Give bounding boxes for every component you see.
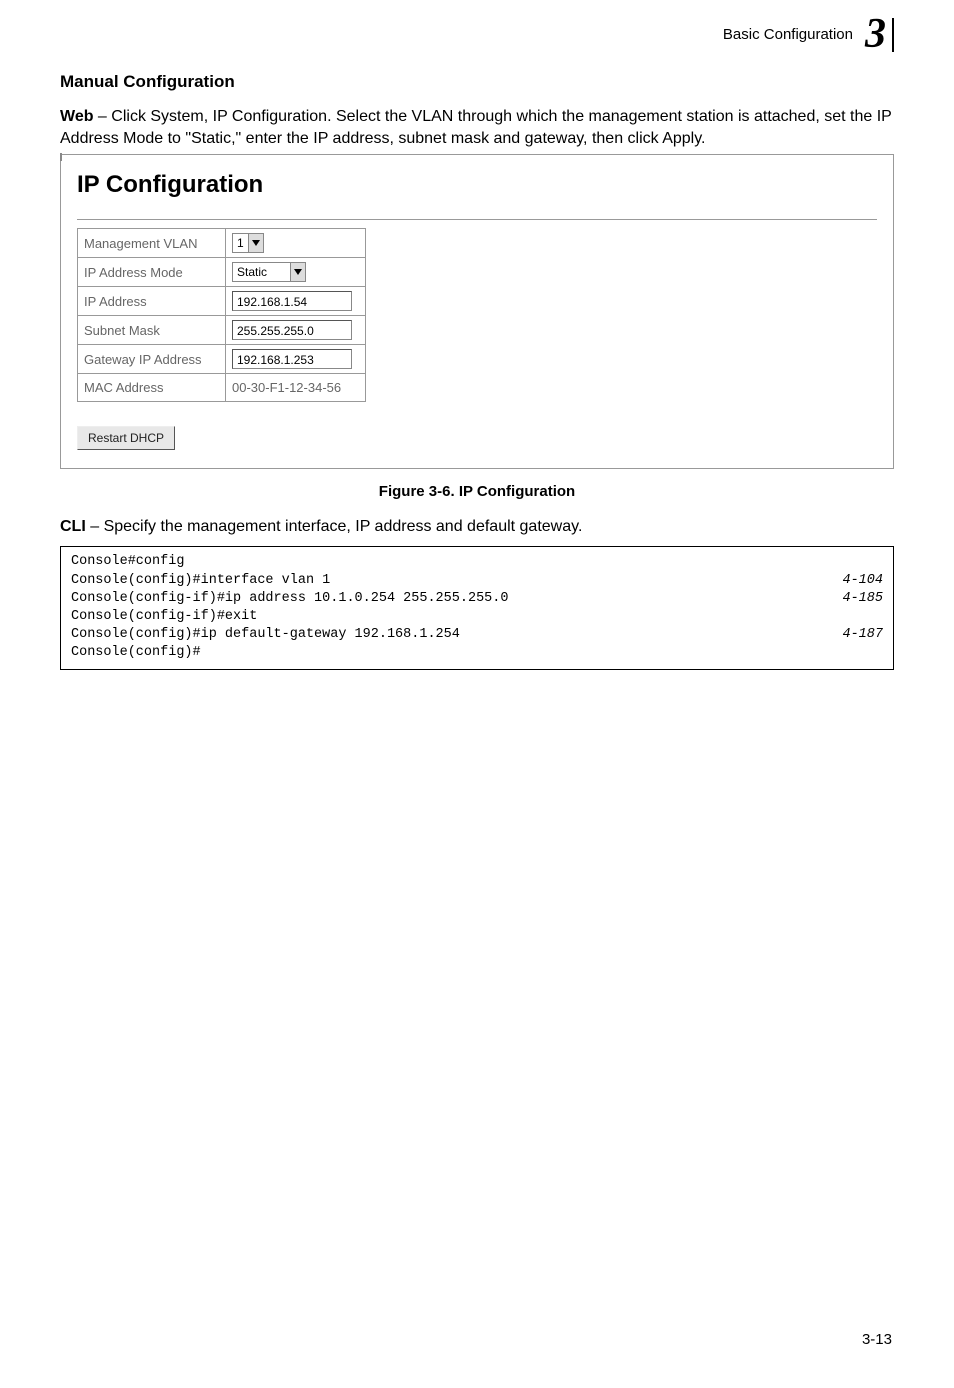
code-line-6: Console(config)# — [71, 644, 883, 662]
code-line-5: Console(config)#ip default-gateway 192.1… — [71, 626, 883, 644]
label-management-vlan: Management VLAN — [78, 229, 226, 258]
figure-caption: Figure 3-6. IP Configuration — [60, 483, 894, 500]
panel-title: IP Configuration — [77, 171, 877, 199]
code-line-1: Console#config — [71, 553, 883, 571]
ip-configuration-panel: IP Configuration Management VLAN 1 IP Ad… — [60, 154, 894, 469]
intro-paragraph: Web – Click System, IP Configuration. Se… — [60, 106, 894, 151]
row-ip-address: IP Address 192.168.1.54 — [78, 287, 366, 316]
cli-label: CLI — [60, 518, 86, 535]
row-management-vlan: Management VLAN 1 — [78, 229, 366, 258]
dropdown-arrow-icon — [290, 263, 305, 281]
header-section-title: Basic Configuration — [723, 26, 853, 43]
section-heading: Manual Configuration — [60, 72, 894, 92]
row-ip-address-mode: IP Address Mode Static — [78, 258, 366, 287]
label-ip-address-mode: IP Address Mode — [78, 258, 226, 287]
label-mac-address: MAC Address — [78, 374, 226, 402]
code-line-3: Console(config-if)#ip address 10.1.0.254… — [71, 590, 883, 608]
intro-text: – Click System, IP Configuration. Select… — [60, 108, 892, 147]
restart-dhcp-button[interactable]: Restart DHCP — [77, 426, 175, 450]
management-vlan-select[interactable]: 1 — [232, 233, 264, 253]
panel-divider — [77, 219, 877, 220]
management-vlan-value: 1 — [233, 236, 248, 250]
label-ip-address: IP Address — [78, 287, 226, 316]
panel-tick-mark — [60, 153, 62, 161]
subnet-mask-input[interactable]: 255.255.255.0 — [232, 320, 352, 340]
chapter-number-badge: 3 — [865, 18, 894, 52]
code-ref-2: 4-104 — [842, 572, 883, 590]
row-subnet-mask: Subnet Mask 255.255.255.0 — [78, 316, 366, 345]
config-table: Management VLAN 1 IP Address Mode Static — [77, 228, 366, 402]
ip-address-input[interactable]: 192.168.1.54 — [232, 291, 352, 311]
cli-text: – Specify the management interface, IP a… — [86, 518, 583, 535]
dropdown-arrow-icon — [248, 234, 263, 252]
cli-intro: CLI – Specify the management interface, … — [60, 518, 894, 536]
page-number: 3-13 — [862, 1331, 892, 1348]
label-subnet-mask: Subnet Mask — [78, 316, 226, 345]
label-gateway-ip: Gateway IP Address — [78, 345, 226, 374]
cell-gateway-ip: 192.168.1.253 — [226, 345, 366, 374]
cell-ip-address: 192.168.1.54 — [226, 287, 366, 316]
web-label: Web — [60, 108, 93, 125]
code-line-4: Console(config-if)#exit — [71, 608, 883, 626]
ip-address-mode-value: Static — [233, 265, 271, 279]
cli-code-block: Console#config Console(config)#interface… — [60, 546, 894, 669]
gateway-ip-input[interactable]: 192.168.1.253 — [232, 349, 352, 369]
row-gateway-ip: Gateway IP Address 192.168.1.253 — [78, 345, 366, 374]
mac-address-value: 00-30-F1-12-34-56 — [226, 374, 366, 402]
ip-address-mode-select[interactable]: Static — [232, 262, 306, 282]
code-ref-3: 4-185 — [842, 590, 883, 608]
code-line-2: Console(config)#interface vlan 14-104 — [71, 572, 883, 590]
code-ref-5: 4-187 — [842, 626, 883, 644]
page-header: Basic Configuration 3 — [60, 18, 894, 52]
cell-subnet-mask: 255.255.255.0 — [226, 316, 366, 345]
cell-ip-address-mode: Static — [226, 258, 366, 287]
cell-management-vlan: 1 — [226, 229, 366, 258]
row-mac-address: MAC Address 00-30-F1-12-34-56 — [78, 374, 366, 402]
